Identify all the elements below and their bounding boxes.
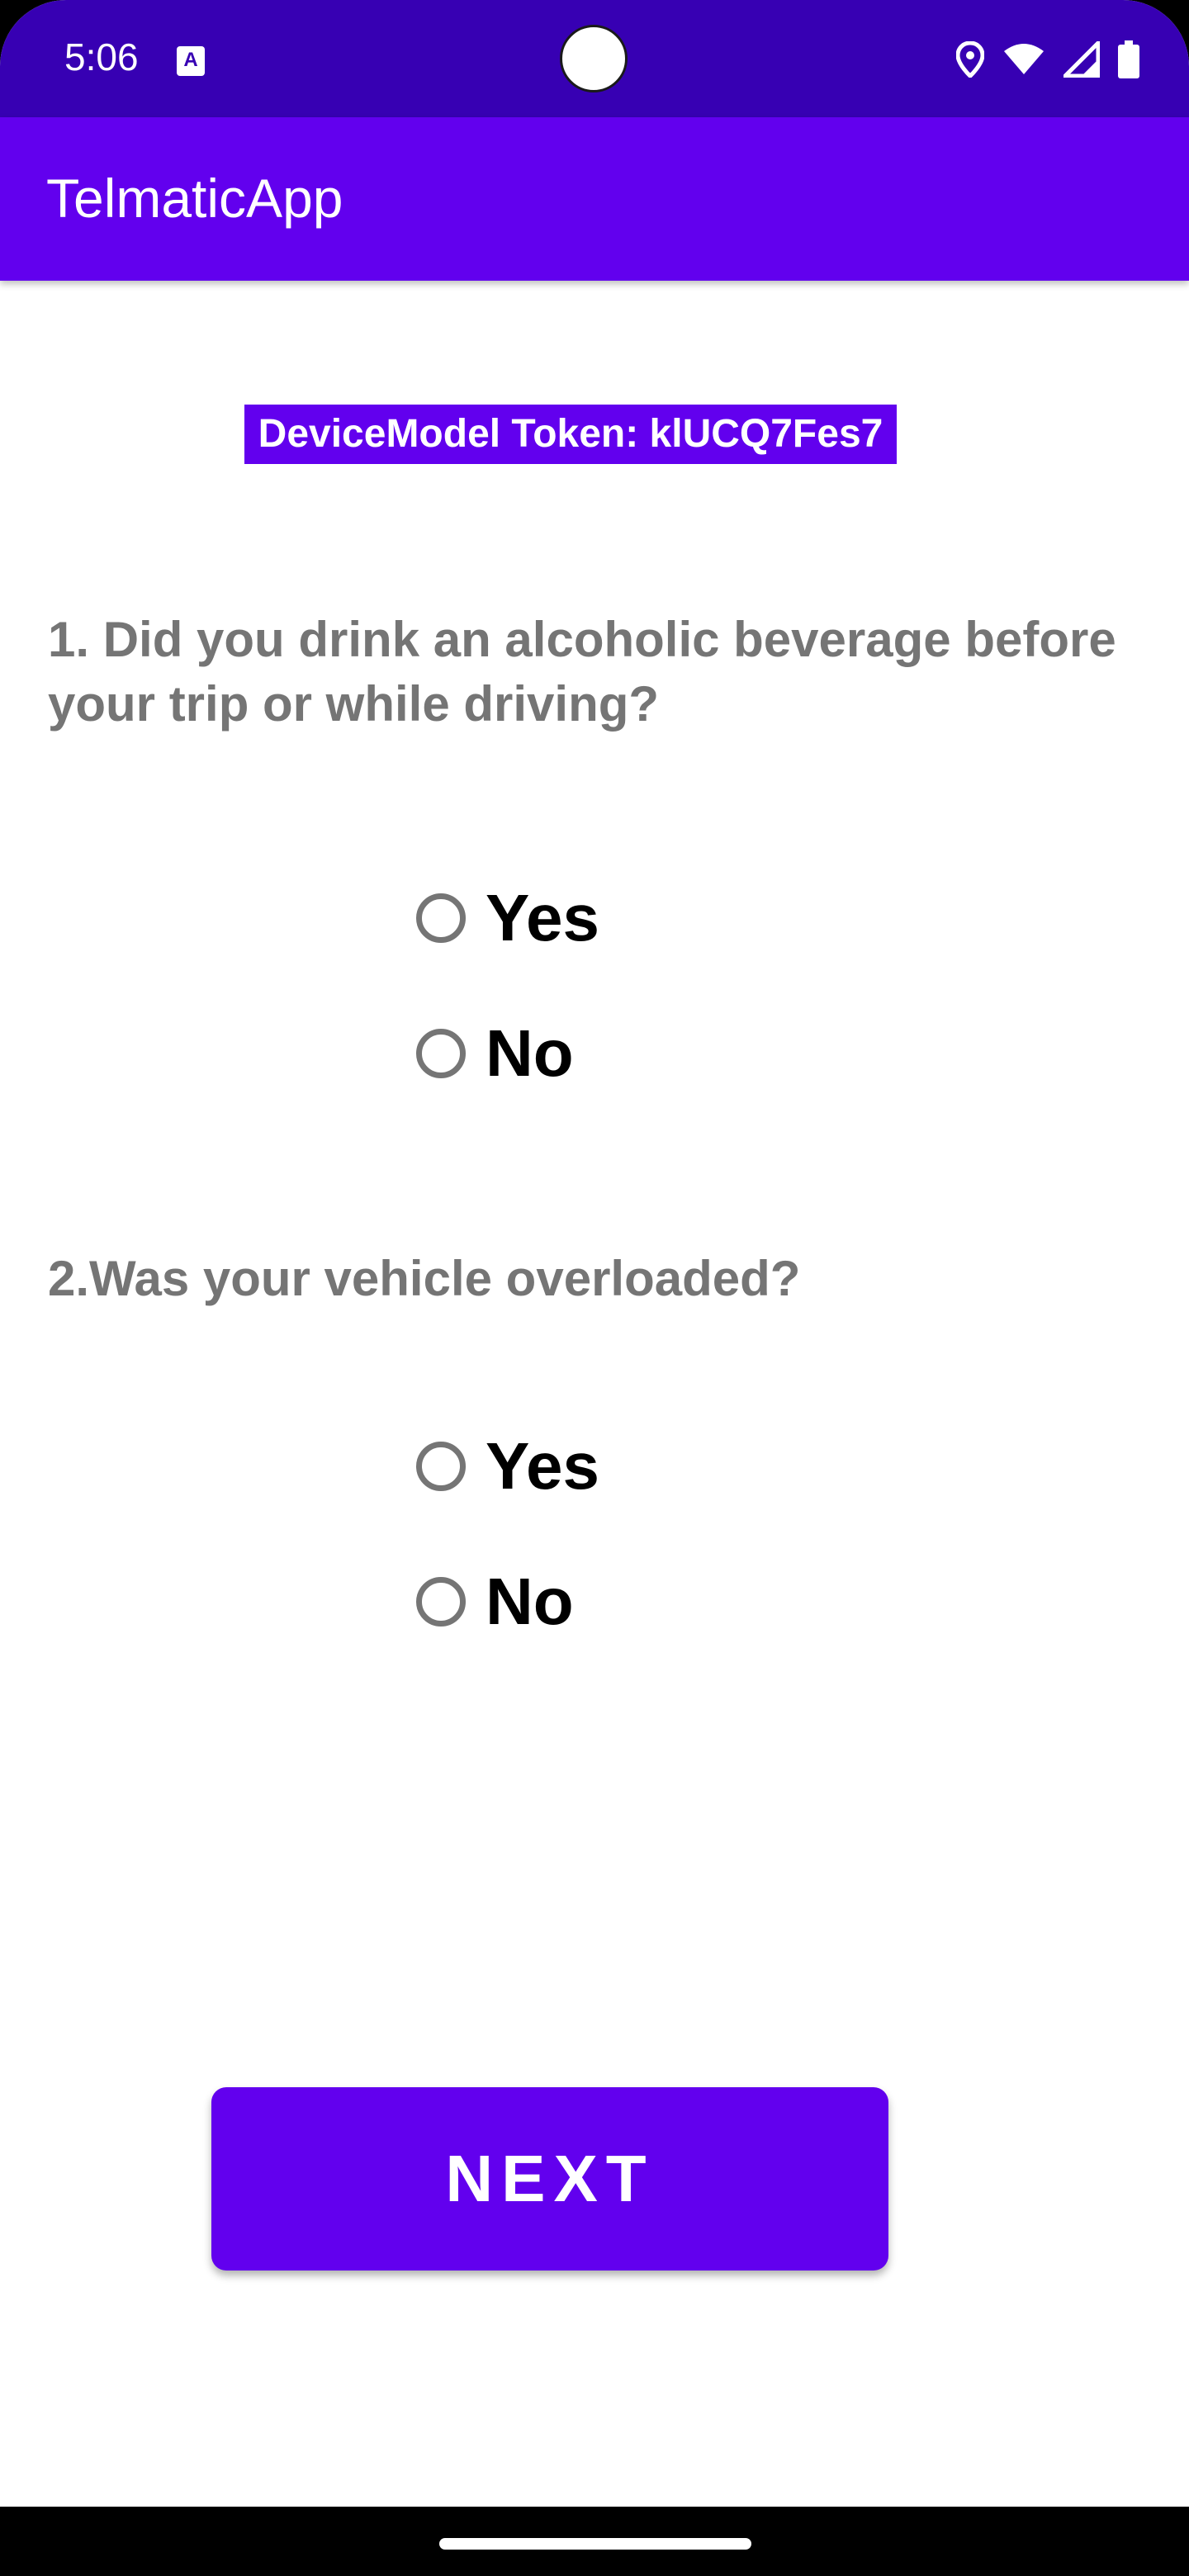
battery-icon	[1118, 40, 1139, 78]
radio-circle-icon[interactable]	[416, 893, 466, 943]
question-1-no-radio[interactable]: No	[416, 1012, 574, 1095]
wifi-icon	[1002, 43, 1045, 76]
app-title: TelmaticApp	[46, 168, 343, 229]
status-icons	[956, 36, 1139, 83]
status-time: 5:06	[64, 36, 139, 78]
app-screen: 5:06 A TelmaticApp DeviceModel Token: kl…	[0, 0, 1189, 2576]
radio-label: Yes	[486, 1429, 599, 1503]
radio-label: No	[486, 1016, 574, 1090]
radio-circle-icon[interactable]	[416, 1577, 466, 1627]
signal-icon	[1063, 41, 1100, 78]
question-2-text: 2.Was your vehicle overloaded?	[48, 1251, 801, 1306]
accessibility-text-icon: A	[177, 46, 205, 76]
question-2-yes-radio[interactable]: Yes	[416, 1425, 599, 1508]
question-2-no-radio[interactable]: No	[416, 1560, 574, 1643]
question-1-text: 1. Did you drink an alcoholic beverage b…	[48, 612, 1116, 732]
radio-label: Yes	[486, 881, 599, 954]
radio-circle-icon[interactable]	[416, 1442, 466, 1491]
app-bar: TelmaticApp	[0, 117, 1189, 281]
camera-cutout	[560, 25, 628, 92]
radio-circle-icon[interactable]	[416, 1029, 466, 1078]
navigation-bar	[0, 2507, 1189, 2576]
device-token-label: DeviceModel Token: klUCQ7Fes7	[244, 405, 897, 464]
question-1-yes-radio[interactable]: Yes	[416, 877, 599, 959]
home-gesture-handle[interactable]	[439, 2538, 751, 2550]
radio-label: No	[486, 1565, 574, 1638]
status-bar: 5:06 A	[0, 0, 1189, 117]
next-button[interactable]: NEXT	[211, 2087, 888, 2271]
location-icon	[956, 41, 984, 78]
